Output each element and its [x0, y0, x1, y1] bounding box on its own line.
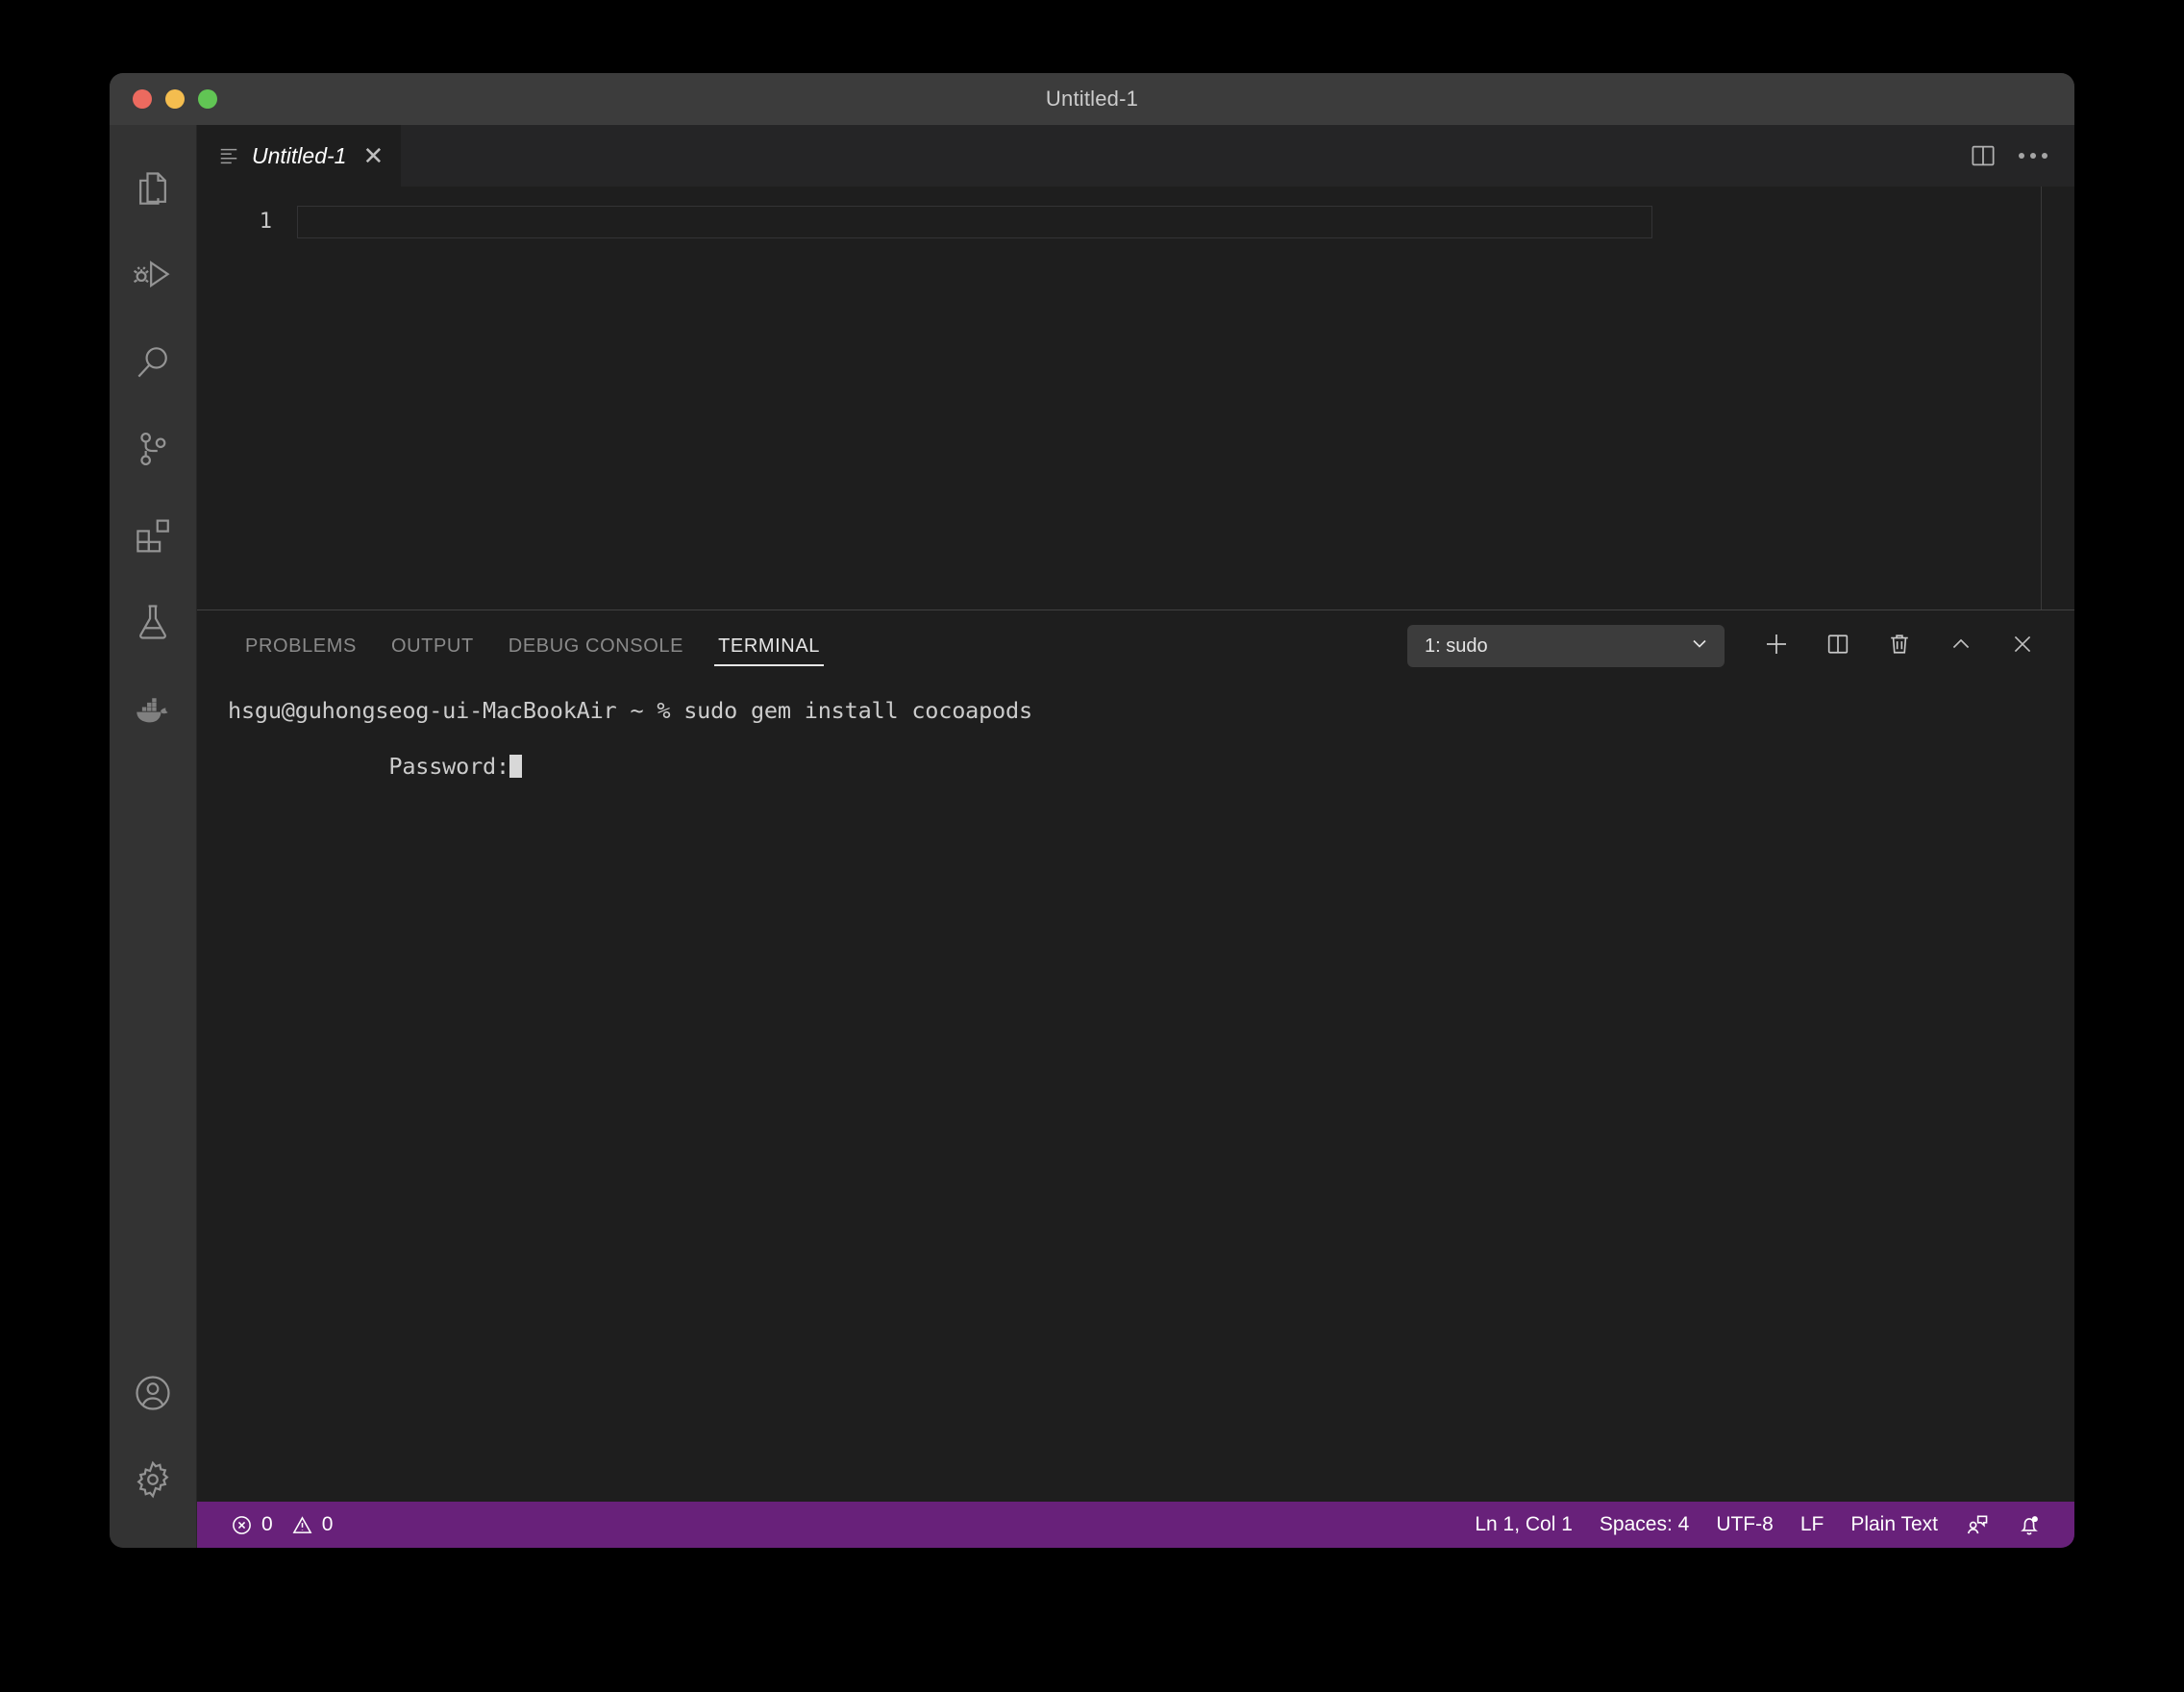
terminal-cursor: [509, 755, 522, 778]
bottom-panel: PROBLEMS OUTPUT DEBUG CONSOLE TERMINAL 1…: [197, 610, 2074, 1502]
error-count: 0: [261, 1513, 273, 1535]
status-encoding[interactable]: UTF-8: [1702, 1502, 1787, 1548]
activity-bar: [110, 125, 197, 1548]
minimap-divider: [2041, 187, 2042, 610]
window-titlebar: Untitled-1: [110, 73, 2074, 125]
close-icon: [2009, 631, 2036, 662]
extensions-icon: [132, 514, 174, 557]
activity-bar-top-group: [110, 125, 196, 752]
vscode-window: Untitled-1 Untitled-1 ✕ 1 PROBLEMS OUTPU…: [110, 73, 2074, 1548]
terminal-line: hsgu@guhongseog-ui-MacBookAir ~ % sudo g…: [228, 697, 1032, 724]
status-eol[interactable]: LF: [1787, 1502, 1838, 1548]
maximize-window-button[interactable]: [198, 89, 217, 109]
status-notifications[interactable]: [2003, 1502, 2055, 1548]
editor-and-panel-stack: Untitled-1 ✕ 1 PROBLEMS OUTPUT DEBUG CON…: [197, 125, 2074, 1548]
source-control-icon: [132, 428, 174, 470]
split-icon: [1824, 631, 1851, 662]
tab-terminal[interactable]: TERMINAL: [701, 610, 837, 682]
search-icon: [132, 341, 174, 384]
panel-actions: 1: sudo: [1407, 619, 2049, 673]
status-language-mode[interactable]: Plain Text: [1837, 1502, 1951, 1548]
terminal-selector-dropdown[interactable]: 1: sudo: [1407, 625, 1725, 667]
tab-problems[interactable]: PROBLEMS: [228, 610, 374, 682]
window-title: Untitled-1: [1045, 87, 1139, 111]
tab-bar-spacer: [402, 125, 1969, 187]
sidebar-item-docker[interactable]: [110, 665, 196, 752]
sidebar-item-explorer[interactable]: [110, 146, 196, 233]
chevron-down-icon: [1688, 632, 1711, 660]
activity-bar-bottom-group: [110, 1350, 196, 1548]
gear-icon: [132, 1458, 174, 1501]
status-bar-right: Ln 1, Col 1 Spaces: 4 UTF-8 LF Plain Tex…: [1461, 1502, 2074, 1548]
new-terminal-button[interactable]: [1750, 619, 1803, 673]
line-number: 1: [259, 210, 272, 234]
file-lines-icon: [218, 145, 239, 166]
sidebar-item-accounts[interactable]: [110, 1350, 196, 1436]
error-circle-icon: [231, 1514, 253, 1536]
minimize-window-button[interactable]: [165, 89, 185, 109]
split-editor-icon[interactable]: [1969, 141, 1998, 170]
terminal-prompt-line: Password:: [228, 725, 2044, 809]
window-body: Untitled-1 ✕ 1 PROBLEMS OUTPUT DEBUG CON…: [110, 125, 2074, 1548]
warning-count: 0: [321, 1513, 334, 1535]
editor-tab-label: Untitled-1: [252, 142, 347, 168]
sidebar-item-manage[interactable]: [110, 1436, 196, 1523]
sidebar-item-search[interactable]: [110, 319, 196, 406]
status-live-share[interactable]: [1951, 1502, 2003, 1548]
editor-tab-bar: Untitled-1 ✕: [197, 125, 2074, 187]
warning-triangle-icon: [291, 1514, 313, 1536]
panel-tab-list: PROBLEMS OUTPUT DEBUG CONSOLE TERMINAL: [228, 610, 837, 682]
current-line-highlight: [297, 206, 1652, 238]
sidebar-item-extensions[interactable]: [110, 492, 196, 579]
terminal-output[interactable]: hsgu@guhongseog-ui-MacBookAir ~ % sudo g…: [197, 682, 2074, 1502]
editor-actions: [1969, 125, 2074, 187]
sidebar-item-source-control[interactable]: [110, 406, 196, 492]
status-cursor-position[interactable]: Ln 1, Col 1: [1461, 1502, 1586, 1548]
chevron-up-icon: [1948, 631, 1974, 662]
maximize-panel-button[interactable]: [1934, 619, 1988, 673]
bell-dot-icon: [2017, 1512, 2042, 1537]
tab-debug-console[interactable]: DEBUG CONSOLE: [491, 610, 701, 682]
trash-icon: [1886, 631, 1913, 662]
live-share-icon: [1965, 1512, 1990, 1537]
docker-whale-icon: [131, 686, 175, 731]
plus-icon: [1762, 630, 1791, 663]
editor-tab-untitled-1[interactable]: Untitled-1 ✕: [197, 125, 403, 187]
split-terminal-button[interactable]: [1811, 619, 1865, 673]
editor-gutter: 1: [197, 187, 297, 610]
files-icon: [132, 168, 174, 211]
close-panel-button[interactable]: [1996, 619, 2049, 673]
close-icon[interactable]: ✕: [362, 143, 384, 168]
ellipsis-icon[interactable]: [2019, 153, 2048, 159]
close-window-button[interactable]: [133, 89, 152, 109]
beaker-icon: [132, 601, 174, 643]
tab-output[interactable]: OUTPUT: [374, 610, 491, 682]
panel-header: PROBLEMS OUTPUT DEBUG CONSOLE TERMINAL 1…: [197, 610, 2074, 682]
traffic-light-buttons: [133, 89, 217, 109]
status-indentation[interactable]: Spaces: 4: [1586, 1502, 1702, 1548]
sidebar-item-run-debug[interactable]: [110, 233, 196, 319]
status-bar: 0 0 Ln 1, Col 1 Spaces: 4 UTF-8 LF Plain…: [197, 1502, 2074, 1548]
text-editor[interactable]: 1: [197, 187, 2074, 610]
sidebar-item-testing[interactable]: [110, 579, 196, 665]
terminal-prompt-text: Password:: [388, 753, 509, 780]
run-debug-icon: [132, 255, 174, 297]
terminal-selector-value: 1: sudo: [1425, 634, 1488, 657]
status-bar-left: 0 0: [197, 1502, 341, 1548]
kill-terminal-button[interactable]: [1873, 619, 1926, 673]
status-problems[interactable]: 0 0: [222, 1502, 341, 1548]
account-icon: [132, 1372, 174, 1414]
editor-content-area[interactable]: [297, 187, 2074, 610]
